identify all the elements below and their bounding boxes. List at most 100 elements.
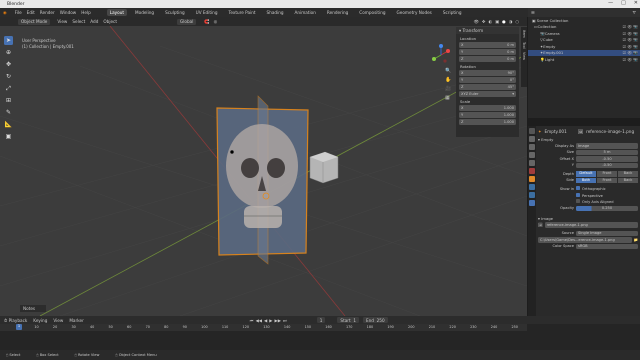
side_options-option[interactable]: Both <box>576 177 596 183</box>
cube-object[interactable] <box>309 151 339 184</box>
viewport-menu-select[interactable]: Select <box>72 19 85 24</box>
rotation-mode-dropdown[interactable]: XYZ Euler ▾ <box>459 91 516 97</box>
sidebar-tab-item[interactable]: Item <box>522 30 526 38</box>
add-cube-tool-icon[interactable]: ▣ <box>4 132 13 141</box>
annotate-tool-icon[interactable]: ✎ <box>4 108 13 117</box>
measure-tool-icon[interactable]: 📐 <box>4 120 13 129</box>
tab-scripting[interactable]: Scripting <box>440 9 465 16</box>
physics-tab-icon[interactable] <box>529 184 535 190</box>
menu-edit[interactable]: Edit <box>27 10 35 15</box>
depth-toggle[interactable]: Default Front Back <box>576 171 638 177</box>
mode-selector[interactable]: Object Mode <box>18 18 51 25</box>
overlay-icon[interactable]: ◐ <box>488 19 492 24</box>
timeline-menu-playback[interactable]: Playback <box>9 318 28 323</box>
end-frame-field[interactable]: End 250 <box>362 317 388 323</box>
frame-ruler[interactable]: 1102030405060708090100110120130140150160… <box>0 324 527 331</box>
maximize-button[interactable]: □ <box>621 0 626 6</box>
proportional-edit-icon[interactable]: ◎ <box>214 19 218 24</box>
size-field[interactable]: 5 m <box>576 149 638 155</box>
visibility-eye-icon[interactable]: ☑ 👁 📷 <box>623 31 638 36</box>
minimize-button[interactable]: — <box>608 0 613 6</box>
tab-modeling[interactable]: Modeling <box>132 9 157 16</box>
scene-tab-icon[interactable] <box>529 160 535 166</box>
object-name[interactable]: Empty.001 <box>545 129 567 134</box>
rotate-tool-icon[interactable]: ↻ <box>4 72 13 81</box>
outliner-item-light[interactable]: 💡 Light ☑ 👁 📷 <box>528 56 640 63</box>
tab-rendering[interactable]: Rendering <box>324 9 351 16</box>
play-icon[interactable]: ▶ <box>269 318 272 323</box>
cursor-tool-icon[interactable]: ⊕ <box>4 48 13 57</box>
timeline-menu-view[interactable]: View <box>53 318 63 323</box>
object-data-tab-icon[interactable] <box>529 200 535 206</box>
pan-hand-icon[interactable]: ✋ <box>445 77 451 83</box>
source-dropdown[interactable]: Single Image <box>576 230 638 236</box>
filepath-field[interactable]: C:\Users\Game\Des...erence-image-1.png <box>538 237 632 243</box>
side_options-option[interactable]: Front <box>597 177 617 183</box>
location-z-field[interactable]: Z 0 m <box>459 56 516 62</box>
image-name-field[interactable]: reference-image-1.png <box>544 222 638 228</box>
3d-viewport[interactable]: User Perspective (1) Collection | Empty.… <box>0 26 527 316</box>
image-browse-icon[interactable]: 🖼 <box>538 223 543 227</box>
rotation-y-field[interactable]: Y 0° <box>459 77 516 83</box>
display-as-dropdown[interactable]: Image <box>576 143 638 149</box>
jump-end-icon[interactable]: ⏭ <box>283 318 287 323</box>
select-box-tool-icon[interactable]: ➤ <box>4 36 13 45</box>
transform-section-header[interactable]: ▾ Transform <box>456 27 519 34</box>
shading-rendered-icon[interactable]: ○ <box>515 19 519 24</box>
image-data-name[interactable]: reference-image-1.png <box>586 129 634 134</box>
playhead[interactable]: 1 <box>16 324 22 330</box>
transform-tool-icon[interactable]: ⊞ <box>4 96 13 105</box>
next-key-icon[interactable]: ▶▶ <box>275 318 281 323</box>
shading-solid-icon[interactable]: ● <box>502 19 506 24</box>
grid-view-icon[interactable]: ▦ <box>445 95 451 101</box>
viewport-menu-add[interactable]: Add <box>90 19 98 24</box>
checkbox-only-axis-aligned[interactable] <box>576 199 580 204</box>
close-button[interactable]: ✕ <box>634 0 638 6</box>
world-tab-icon[interactable] <box>529 168 535 174</box>
tab-compositing[interactable]: Compositing <box>356 9 388 16</box>
location-x-field[interactable]: X 0 m <box>459 42 516 48</box>
snap-icon[interactable]: 🧲 <box>204 19 209 25</box>
menu-help[interactable]: Help <box>81 10 91 15</box>
output-tab-icon[interactable] <box>529 144 535 150</box>
visibility-icon[interactable]: 👁 <box>474 19 479 25</box>
zoom-icon[interactable]: 🔍 <box>445 68 451 74</box>
tab-layout[interactable]: Layout <box>106 9 128 16</box>
side_options-option[interactable]: Back <box>618 177 638 183</box>
sidebar-tab-view[interactable]: View <box>522 52 526 60</box>
start-frame-field[interactable]: Start 1 <box>337 317 359 323</box>
camera-view-icon[interactable]: 🎥 <box>445 86 451 92</box>
depth_options-option[interactable]: Default <box>576 171 596 177</box>
scale-z-field[interactable]: Z 1.000 <box>459 119 516 125</box>
location-y-field[interactable]: Y 0 m <box>459 49 516 55</box>
menu-window[interactable]: Window <box>60 10 77 15</box>
gizmo-icon[interactable]: ✥ <box>482 19 486 24</box>
scale-tool-icon[interactable]: ⤢ <box>4 84 13 93</box>
current-frame-field[interactable]: 1 <box>316 317 326 323</box>
depth_options-option[interactable]: Front <box>597 171 617 177</box>
render-tab-icon[interactable] <box>529 136 535 142</box>
visibility-eye-icon[interactable]: ☑ 👁 📷 <box>623 44 638 49</box>
color-space-dropdown[interactable]: sRGB <box>576 243 638 249</box>
rotation-x-field[interactable]: X 90° <box>459 70 516 76</box>
constraints-tab-icon[interactable] <box>529 192 535 198</box>
checkbox-orthographic[interactable] <box>576 186 580 191</box>
checkbox-perspective[interactable] <box>576 192 580 197</box>
tab-shading[interactable]: Shading <box>264 9 287 16</box>
play-reverse-icon[interactable]: ◀ <box>264 318 267 323</box>
object-tab-icon[interactable] <box>529 176 535 182</box>
tab-animation[interactable]: Animation <box>292 9 319 16</box>
xray-icon[interactable]: ▣ <box>495 19 499 24</box>
filter-icon[interactable]: ⛛ <box>632 10 636 15</box>
orientation-selector[interactable]: Global <box>177 18 197 25</box>
jump-start-icon[interactable]: ⏮ <box>250 318 254 323</box>
blender-logo-icon[interactable]: ◉ <box>3 10 7 15</box>
scale-y-field[interactable]: Y 1.000 <box>459 112 516 118</box>
move-tool-icon[interactable]: ✥ <box>4 60 13 69</box>
offset-x-field[interactable]: -0.50 <box>576 156 638 162</box>
viewport-menu-object[interactable]: Object <box>103 19 117 24</box>
tool-tab-icon[interactable] <box>529 128 535 134</box>
viewport-menu-view[interactable]: View <box>57 19 67 24</box>
opacity-slider[interactable]: 0.250 <box>576 205 638 211</box>
menu-render[interactable]: Render <box>40 10 55 15</box>
